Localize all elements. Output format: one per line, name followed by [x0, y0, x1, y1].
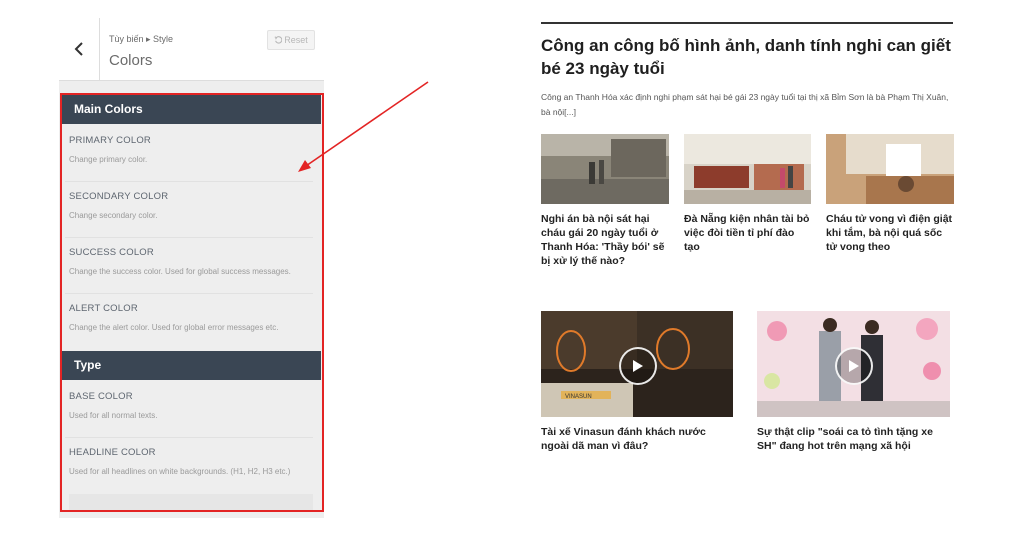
video-thumbnail[interactable]: VINASUN — [541, 311, 733, 417]
divider-line — [541, 22, 953, 24]
option-title: SUCCESS COLOR — [69, 247, 154, 258]
option-description: Change primary color. — [69, 155, 148, 164]
section-type: Type — [62, 351, 321, 380]
panel-footer-strip — [69, 494, 313, 510]
play-button[interactable] — [835, 347, 873, 385]
divider — [65, 293, 313, 294]
related-title[interactable]: Đà Nẵng kiện nhân tài bỏ việc đòi tiền t… — [684, 212, 811, 254]
article-thumbnail[interactable] — [541, 134, 669, 204]
related-title[interactable]: Nghi án bà nội sát hại cháu gái 20 ngày … — [541, 212, 669, 268]
related-card[interactable]: Nghi án bà nội sát hại cháu gái 20 ngày … — [541, 134, 669, 268]
related-title[interactable]: Cháu tử vong vì điện giật khi tắm, bà nộ… — [826, 212, 954, 254]
divider — [65, 437, 313, 438]
chevron-left-icon — [74, 42, 83, 56]
option-primary-color[interactable]: PRIMARY COLOR Change primary color. — [69, 135, 313, 164]
related-card[interactable]: Đà Nẵng kiện nhân tài bỏ việc đòi tiền t… — [684, 134, 811, 254]
section-main-colors: Main Colors — [62, 95, 321, 124]
article-title[interactable]: Công an công bố hình ảnh, danh tính nghi… — [541, 34, 961, 80]
play-icon — [633, 360, 643, 372]
option-description: Change the success color. Used for globa… — [69, 267, 291, 276]
option-title: BASE COLOR — [69, 391, 133, 402]
article-thumbnail[interactable] — [684, 134, 811, 204]
option-base-color[interactable]: BASE COLOR Used for all normal texts. — [69, 391, 313, 420]
reset-button[interactable]: Reset — [267, 30, 315, 50]
video-thumbnail[interactable] — [757, 311, 950, 417]
option-headline-color[interactable]: HEADLINE COLOR Used for all headlines on… — [69, 447, 313, 476]
back-button[interactable] — [59, 18, 100, 80]
option-description: Used for all headlines on white backgrou… — [69, 467, 291, 476]
play-icon — [849, 360, 859, 372]
option-description: Change secondary color. — [69, 211, 158, 220]
option-title: SECONDARY COLOR — [69, 191, 169, 202]
option-success-color[interactable]: SUCCESS COLOR Change the success color. … — [69, 247, 313, 276]
panel-title: Colors — [109, 52, 153, 69]
option-description: Used for all normal texts. — [69, 411, 158, 420]
breadcrumb: Tùy biến ▸ Style — [109, 34, 174, 44]
option-title: PRIMARY COLOR — [69, 135, 151, 146]
divider — [65, 181, 313, 182]
option-title: HEADLINE COLOR — [69, 447, 156, 458]
option-title: ALERT COLOR — [69, 303, 138, 314]
play-button[interactable] — [619, 347, 657, 385]
customizer-panel: Tùy biến ▸ Style Colors Reset Main Color… — [59, 18, 324, 518]
vinasun-watermark: VINASUN — [565, 394, 592, 400]
divider — [65, 237, 313, 238]
option-alert-color[interactable]: ALERT COLOR Change the alert color. Used… — [69, 303, 313, 332]
undo-icon — [274, 36, 283, 44]
related-card[interactable]: Cháu tử vong vì điện giật khi tắm, bà nộ… — [826, 134, 954, 254]
article-excerpt: Công an Thanh Hóa xác định nghi phạm sát… — [541, 92, 949, 117]
panel-header: Tùy biến ▸ Style Colors Reset — [59, 18, 324, 81]
reset-label: Reset — [284, 35, 308, 45]
option-description: Change the alert color. Used for global … — [69, 323, 279, 332]
video-card[interactable]: VINASUN Tài xế Vinasun đánh khách nước n… — [541, 311, 733, 453]
video-card[interactable]: Sự thật clip "soái ca tỏ tình tặng xe SH… — [757, 311, 950, 453]
article-thumbnail[interactable] — [826, 134, 954, 204]
option-secondary-color[interactable]: SECONDARY COLOR Change secondary color. — [69, 191, 313, 220]
video-title[interactable]: Tài xế Vinasun đánh khách nước ngoài dã … — [541, 425, 733, 453]
video-title[interactable]: Sự thật clip "soái ca tỏ tình tặng xe SH… — [757, 425, 950, 453]
